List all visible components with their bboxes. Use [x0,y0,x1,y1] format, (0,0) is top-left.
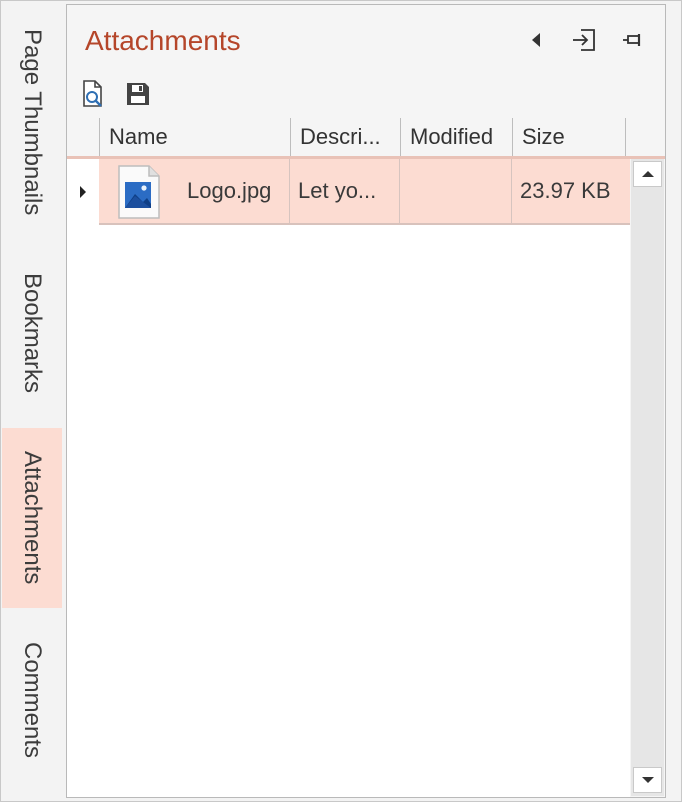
undock-button[interactable] [571,27,597,53]
tab-bookmarks[interactable]: Bookmarks [2,258,62,408]
collapse-left-button[interactable] [523,27,549,53]
panel-title: Attachments [85,25,241,56]
attachment-modified [400,159,512,223]
attachments-panel: Attachments Name Descri... Modified Size… [66,4,666,798]
tab-attachments[interactable]: Attachments [2,428,62,608]
row-expand-toggle[interactable] [67,159,99,225]
tab-page-thumbnails[interactable]: Page Thumbnails [2,8,62,236]
tab-comments-label: Comments [19,641,46,759]
column-header-description[interactable]: Descri... [291,118,401,156]
document-search-icon [83,80,102,107]
header-corner [67,118,100,156]
column-header-name[interactable]: Name [100,118,291,156]
column-header-size[interactable]: Size [513,118,626,156]
image-file-icon [117,164,161,223]
side-tab-strip: Page Thumbnails Bookmarks Attachments Co… [0,0,66,802]
triangle-down-icon [641,777,654,783]
attachments-grid: Name Descri... Modified Size Logo.jpg Le… [67,118,665,797]
open-attachment-button[interactable] [78,79,108,109]
tab-bookmarks-label: Bookmarks [19,272,46,394]
cell-name: Logo.jpg [99,159,290,223]
attachment-file-name: Logo.jpg [187,178,272,203]
triangle-up-icon [641,171,654,177]
table-row[interactable]: Logo.jpg Let yo... 23.97 KB [99,159,630,225]
save-attachment-button[interactable] [123,79,153,109]
tab-comments[interactable]: Comments [2,626,62,774]
attachment-size: 23.97 KB [520,178,611,203]
pin-button[interactable] [619,27,645,53]
triangle-right-icon [80,186,86,198]
scroll-down-button[interactable] [633,767,662,793]
vertical-scrollbar[interactable] [631,159,664,796]
save-icon [127,83,149,105]
grid-body: Logo.jpg Let yo... 23.97 KB [67,159,630,797]
dock-out-icon [573,29,595,51]
attachment-description: Let yo... [290,159,400,223]
tab-attachments-label: Attachments [19,451,46,585]
scroll-up-button[interactable] [633,161,662,187]
triangle-left-icon [532,33,540,47]
column-header-modified[interactable]: Modified [401,118,513,156]
tab-page-thumbnails-label: Page Thumbnails [19,28,46,216]
pin-icon [623,34,641,46]
